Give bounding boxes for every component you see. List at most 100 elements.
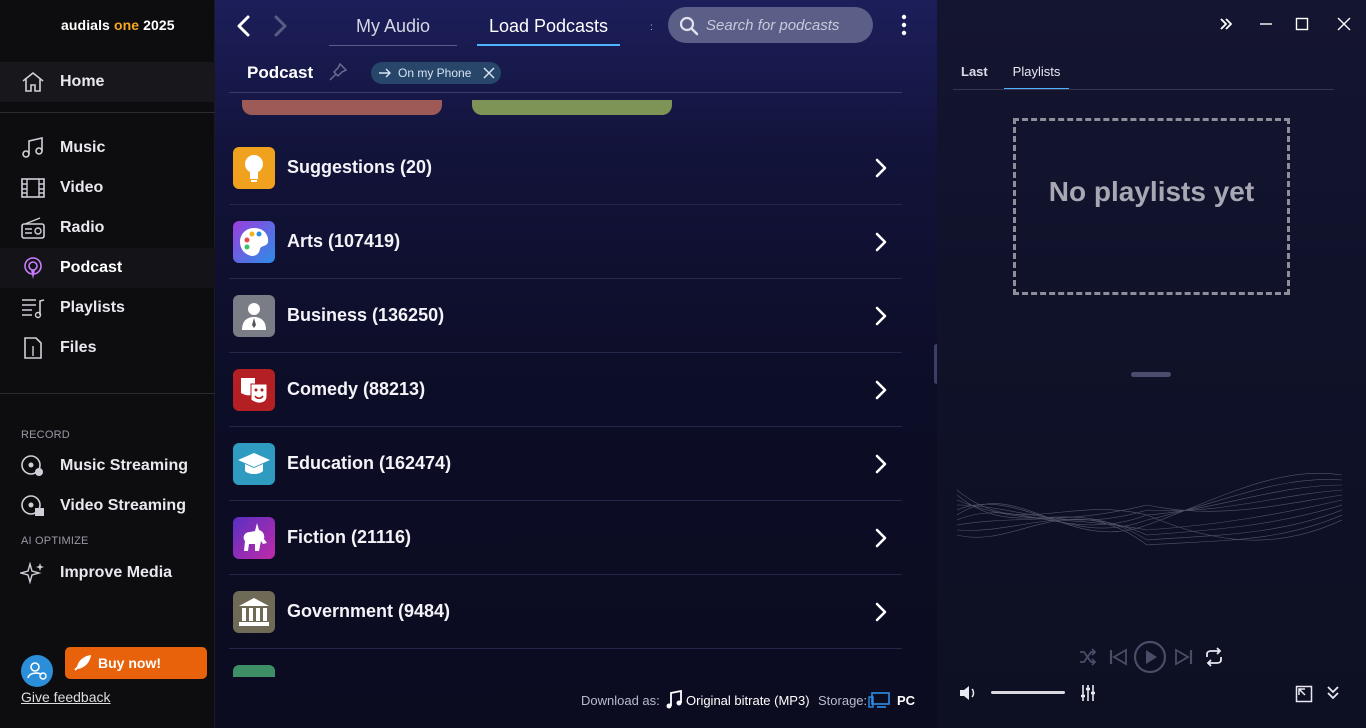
sidebar-item-radio[interactable]: Radio — [0, 208, 215, 248]
sidebar-item-podcast[interactable]: Podcast — [0, 248, 215, 288]
buy-now-label: Buy now! — [98, 655, 161, 671]
file-icon — [24, 337, 42, 359]
optimize-section-header: AI OPTIMIZE — [21, 535, 89, 547]
sparkle-icon — [20, 561, 44, 585]
music-streaming-icon — [21, 455, 43, 476]
tab-load-podcasts[interactable]: Load Podcasts — [477, 8, 620, 46]
list-item-label: Government (9484) — [287, 601, 451, 621]
close-icon[interactable] — [1336, 16, 1352, 32]
previous-track-icon[interactable] — [1108, 647, 1128, 667]
lightbulb-icon — [233, 147, 275, 189]
podcast-icon — [24, 257, 42, 279]
sidebar-item-music-streaming[interactable]: Music Streaming — [0, 446, 215, 486]
search-icon — [679, 16, 699, 36]
user-gear-icon — [27, 662, 47, 680]
sidebar-item-label: Improve Media — [60, 564, 173, 581]
sidebar-item-home[interactable]: Home — [0, 62, 215, 102]
list-item[interactable]: Suggestions (20) — [229, 131, 902, 205]
list-item-label: Business (136250) — [287, 305, 445, 325]
list-item-partial[interactable] — [233, 665, 275, 677]
list-item-label: Comedy (88213) — [287, 379, 426, 399]
list-item[interactable]: Arts (107419) — [229, 205, 902, 279]
sidebar-item-label: Music — [60, 139, 106, 156]
pc-icon — [868, 692, 890, 708]
next-track-icon[interactable] — [1174, 647, 1194, 667]
filter-chip-label: On my Phone — [398, 66, 472, 80]
storage-select[interactable]: PC — [897, 693, 915, 708]
sidebar-item-label: Files — [60, 339, 97, 356]
government-building-icon — [233, 591, 275, 633]
sidebar-item-music[interactable]: Music — [0, 128, 215, 168]
shuffle-icon[interactable] — [1079, 648, 1097, 666]
sidebar-item-label: Podcast — [60, 259, 123, 276]
chevron-right-icon — [875, 306, 887, 326]
pin-icon[interactable] — [328, 62, 348, 82]
featured-card[interactable] — [472, 100, 672, 115]
list-item[interactable]: Comedy (88213) — [229, 353, 902, 427]
volume-icon[interactable] — [959, 685, 977, 701]
minimize-icon[interactable] — [1258, 16, 1274, 32]
repeat-icon[interactable] — [1204, 647, 1224, 667]
radio-icon — [21, 217, 45, 239]
list-item-label: Suggestions (20) — [287, 157, 433, 177]
buy-now-button[interactable]: Buy now! — [65, 647, 207, 679]
forward-arrow-icon[interactable] — [269, 12, 291, 40]
chevron-right-icon — [875, 158, 887, 178]
main-panel: My Audio Load Podcasts : Search for podc… — [215, 0, 939, 728]
back-arrow-icon[interactable] — [233, 12, 255, 40]
user-settings-button[interactable] — [21, 655, 53, 687]
featured-card[interactable] — [242, 100, 442, 115]
play-icon[interactable] — [1133, 640, 1167, 674]
list-item-label: Fiction (21116) — [287, 527, 412, 547]
filter-chip[interactable]: On my Phone — [371, 62, 501, 84]
audio-visualizer — [957, 472, 1342, 546]
list-item[interactable]: Fiction (21116) — [229, 501, 902, 575]
volume-slider[interactable] — [991, 691, 1065, 694]
maximize-icon[interactable] — [1294, 16, 1310, 32]
unicorn-icon — [233, 517, 275, 559]
empty-playlists-placeholder: No playlists yet — [1013, 118, 1290, 295]
sidebar-item-label: Video — [60, 179, 104, 196]
chevron-right-icon — [875, 380, 887, 400]
right-panel: Last Playlists No playlists yet — [937, 0, 1366, 728]
close-icon[interactable] — [483, 67, 495, 79]
sidebar-item-improve-media[interactable]: Improve Media — [0, 553, 215, 593]
sidebar-item-label: Radio — [60, 219, 105, 236]
divider — [0, 393, 215, 394]
equalizer-icon[interactable] — [1080, 684, 1096, 702]
sidebar-item-video-streaming[interactable]: Video Streaming — [0, 486, 215, 526]
sidebar-item-playlists[interactable]: Playlists — [0, 288, 215, 328]
storage-label: Storage: — [818, 693, 868, 708]
tab-last[interactable]: Last — [961, 64, 988, 79]
give-feedback-link[interactable]: Give feedback — [21, 689, 111, 705]
sidebar-item-video[interactable]: Video — [0, 168, 215, 208]
tab-overflow[interactable]: : — [650, 22, 653, 33]
graduation-cap-icon — [233, 443, 275, 485]
more-options-icon[interactable] — [897, 12, 911, 38]
record-section-header: RECORD — [21, 429, 70, 441]
download-format-select[interactable]: Original bitrate (MP3) — [686, 693, 810, 708]
search-placeholder: Search for podcasts — [706, 16, 840, 34]
download-label: Download as: — [581, 693, 660, 708]
sidebar-item-files[interactable]: Files — [0, 328, 215, 368]
chevron-right-icon — [875, 454, 887, 474]
search-input[interactable]: Search for podcasts — [668, 7, 873, 43]
collapse-down-icon[interactable] — [1326, 685, 1340, 701]
tab-my-audio[interactable]: My Audio — [329, 8, 457, 46]
home-icon — [22, 71, 44, 92]
expand-panel-icon[interactable] — [1218, 16, 1234, 32]
list-item[interactable]: Business (136250) — [229, 279, 902, 353]
theater-masks-icon — [233, 369, 275, 411]
music-note-icon — [22, 136, 43, 158]
chevron-right-icon — [875, 602, 887, 622]
list-item[interactable]: Education (162474) — [229, 427, 902, 501]
divider — [953, 89, 1334, 90]
resize-handle[interactable] — [1131, 372, 1171, 377]
playlist-icon — [22, 299, 45, 319]
mini-player-icon[interactable] — [1295, 685, 1313, 703]
sidebar-item-label: Music Streaming — [60, 457, 189, 474]
list-item-label: Arts (107419) — [287, 231, 401, 251]
sidebar: audials one 2025 Home Music Video Radio … — [0, 0, 215, 728]
tab-playlists[interactable]: Playlists — [1004, 64, 1069, 90]
list-item[interactable]: Government (9484) — [229, 575, 902, 649]
